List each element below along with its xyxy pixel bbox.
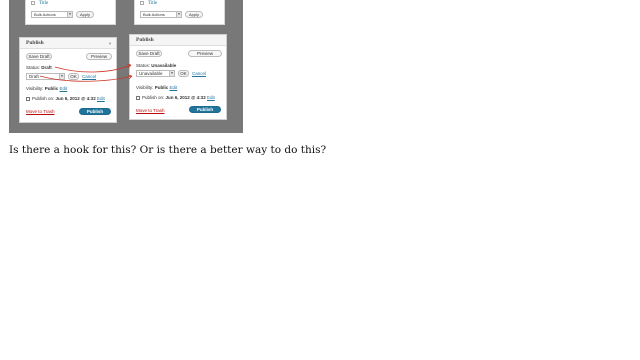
question-text: Is there a hook for this? Or is there a … — [9, 144, 327, 156]
arrow-status-to-status — [54, 64, 132, 73]
annotation-arrows — [39, 63, 133, 82]
arrow-select-to-select — [39, 75, 133, 82]
screenshot-image: Title Bulk Actions ▼ Apply Title Bulk Ac… — [9, 0, 243, 133]
